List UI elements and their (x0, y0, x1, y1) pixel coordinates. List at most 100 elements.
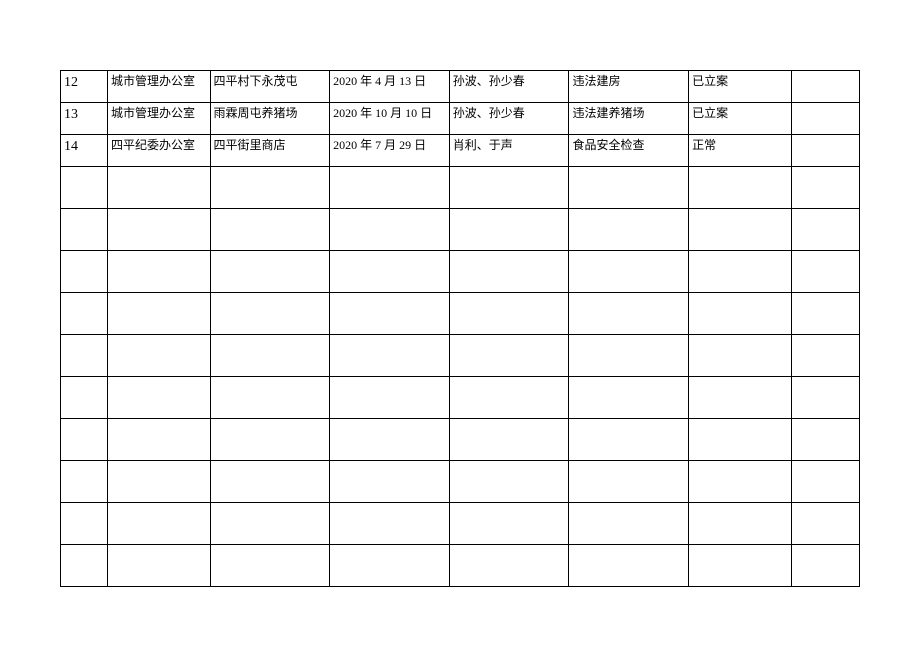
row-number: 12 (61, 71, 108, 103)
table-cell (61, 461, 108, 503)
table-row-empty (61, 167, 860, 209)
table-cell (689, 419, 792, 461)
table-cell (61, 377, 108, 419)
table-row-empty (61, 461, 860, 503)
table-cell (210, 461, 330, 503)
cell-date: 2020 年 7 月 29 日 (330, 135, 450, 167)
table-cell (449, 293, 569, 335)
table-cell (569, 377, 689, 419)
table-cell (569, 167, 689, 209)
table-cell (791, 293, 859, 335)
table-cell (210, 545, 330, 587)
cell-status: 已立案 (689, 71, 792, 103)
table-row: 14四平纪委办公室四平街里商店2020 年 7 月 29 日肖利、于声食品安全检… (61, 135, 860, 167)
cell-department: 城市管理办公室 (107, 103, 210, 135)
table-cell (210, 377, 330, 419)
cell-date: 2020 年 10 月 10 日 (330, 103, 450, 135)
table-cell (791, 377, 859, 419)
table-cell (107, 251, 210, 293)
table-cell (330, 335, 450, 377)
table-cell (210, 503, 330, 545)
table-cell (449, 461, 569, 503)
table-cell (210, 167, 330, 209)
inspection-table: 12城市管理办公室四平村下永茂屯2020 年 4 月 13 日孙波、孙少春违法建… (60, 70, 860, 587)
table-cell (791, 545, 859, 587)
table-cell (569, 251, 689, 293)
table-cell (569, 419, 689, 461)
table-cell (569, 503, 689, 545)
table-cell (210, 335, 330, 377)
table-cell (569, 335, 689, 377)
table-cell (689, 335, 792, 377)
table-cell (449, 377, 569, 419)
cell-persons: 肖利、于声 (449, 135, 569, 167)
table-cell (330, 503, 450, 545)
cell-persons: 孙波、孙少春 (449, 71, 569, 103)
table-cell (689, 251, 792, 293)
table-cell (210, 209, 330, 251)
table-cell (330, 545, 450, 587)
table-row-empty (61, 545, 860, 587)
table-cell (449, 167, 569, 209)
cell-department: 城市管理办公室 (107, 71, 210, 103)
table-cell (689, 461, 792, 503)
cell-note (791, 103, 859, 135)
table-cell (330, 419, 450, 461)
row-number: 14 (61, 135, 108, 167)
table-cell (107, 503, 210, 545)
table-cell (689, 377, 792, 419)
table-cell (61, 419, 108, 461)
table-row-empty (61, 335, 860, 377)
table-cell (61, 251, 108, 293)
table-cell (107, 461, 210, 503)
cell-date: 2020 年 4 月 13 日 (330, 71, 450, 103)
table-cell (689, 503, 792, 545)
table-cell (791, 209, 859, 251)
table-cell (61, 293, 108, 335)
table-row-empty (61, 251, 860, 293)
cell-location: 雨霖周屯养猪场 (210, 103, 330, 135)
cell-note (791, 135, 859, 167)
table-cell (210, 251, 330, 293)
table-cell (330, 377, 450, 419)
table-cell (791, 251, 859, 293)
cell-matter: 食品安全检查 (569, 135, 689, 167)
table-cell (569, 545, 689, 587)
cell-status: 已立案 (689, 103, 792, 135)
table-cell (107, 209, 210, 251)
table-cell (61, 545, 108, 587)
cell-status: 正常 (689, 135, 792, 167)
table-row-empty (61, 419, 860, 461)
cell-note (791, 71, 859, 103)
table-cell (61, 335, 108, 377)
cell-location: 四平街里商店 (210, 135, 330, 167)
table-cell (689, 209, 792, 251)
table-cell (61, 209, 108, 251)
cell-persons: 孙波、孙少春 (449, 103, 569, 135)
table-cell (569, 293, 689, 335)
table-cell (689, 545, 792, 587)
table-row-empty (61, 377, 860, 419)
table-cell (449, 503, 569, 545)
table-cell (791, 419, 859, 461)
table-row: 12城市管理办公室四平村下永茂屯2020 年 4 月 13 日孙波、孙少春违法建… (61, 71, 860, 103)
table-cell (791, 167, 859, 209)
table-cell (449, 419, 569, 461)
table-cell (791, 335, 859, 377)
table-cell (330, 209, 450, 251)
table-row-empty (61, 503, 860, 545)
table-cell (107, 293, 210, 335)
table-cell (330, 461, 450, 503)
cell-matter: 违法建房 (569, 71, 689, 103)
table-cell (330, 167, 450, 209)
table-cell (449, 251, 569, 293)
table-cell (791, 461, 859, 503)
table-cell (689, 293, 792, 335)
table-row-empty (61, 293, 860, 335)
table-cell (330, 251, 450, 293)
table-cell (210, 293, 330, 335)
table-cell (449, 545, 569, 587)
cell-department: 四平纪委办公室 (107, 135, 210, 167)
table-row: 13城市管理办公室雨霖周屯养猪场2020 年 10 月 10 日孙波、孙少春违法… (61, 103, 860, 135)
table-cell (107, 419, 210, 461)
